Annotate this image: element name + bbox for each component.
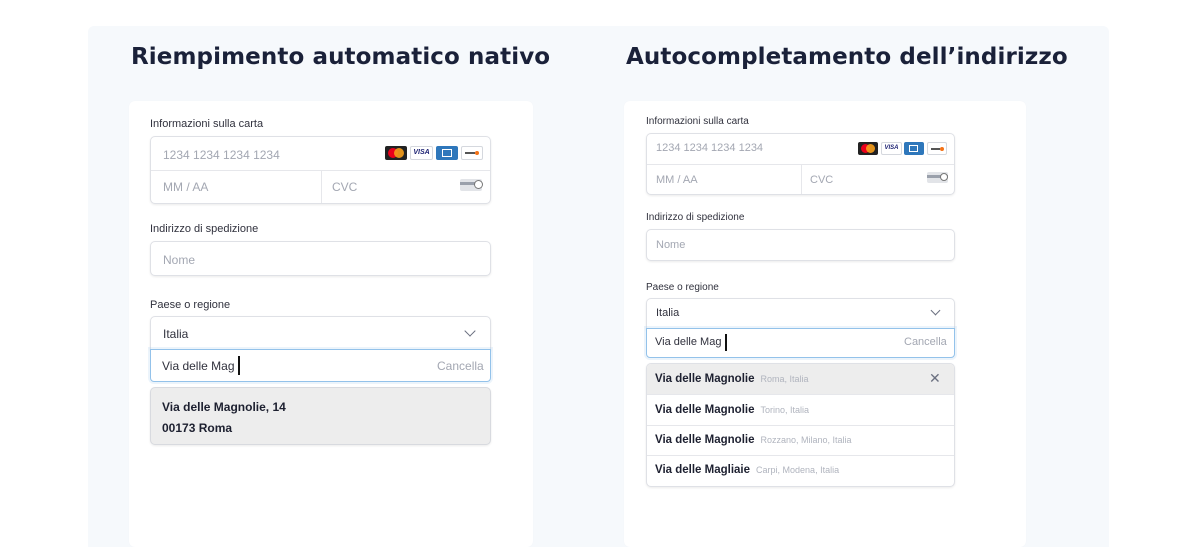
right-card-vdivider — [801, 164, 802, 194]
right-cancel-link[interactable]: Cancella — [904, 336, 947, 348]
discover-icon — [461, 146, 483, 160]
suggestion-divider — [647, 394, 954, 395]
left-card-label: Informazioni sulla carta — [150, 118, 264, 130]
chevron-down-icon — [464, 325, 476, 337]
chevron-down-icon — [930, 305, 941, 316]
right-card-label: Informazioni sulla carta — [646, 116, 749, 127]
right-card-input-group: 1234 1234 1234 1234 VISA MM / AA CVC — [646, 133, 955, 195]
left-autofill-line2: 00173 Roma — [162, 421, 233, 435]
amex-icon — [904, 142, 924, 155]
right-name-placeholder: Nome — [656, 239, 686, 251]
cvc-card-icon — [460, 179, 483, 191]
left-name-placeholder: Nome — [163, 253, 196, 267]
left-cvc-input[interactable]: CVC — [332, 180, 357, 194]
suggestion-divider — [647, 455, 954, 456]
left-card-number-input[interactable]: 1234 1234 1234 1234 — [163, 148, 280, 162]
suggestion-item-1[interactable]: Via delle Magnolie Roma, Italia — [655, 373, 809, 385]
right-section-title: Autocompletamento dell’indirizzo — [626, 44, 1068, 70]
discover-icon — [927, 142, 947, 155]
left-text-caret — [238, 356, 240, 375]
visa-icon: VISA — [881, 142, 902, 155]
left-shipping-label: Indirizzo di spedizione — [150, 223, 259, 235]
right-address-input[interactable]: Via delle Mag Cancella — [646, 328, 955, 358]
right-shipping-label: Indirizzo di spedizione — [646, 212, 745, 223]
suggestion-item-2[interactable]: Via delle Magnolie Torino, Italia — [655, 404, 809, 416]
left-country-label: Paese o regione — [150, 299, 231, 311]
left-autofill-suggestion[interactable]: Via delle Magnolie, 14 00173 Roma — [150, 387, 491, 445]
right-expiry-input[interactable]: MM / AA — [656, 174, 698, 186]
amex-icon — [436, 146, 458, 160]
suggestion-divider — [647, 425, 954, 426]
right-address-value: Via delle Mag — [655, 336, 722, 348]
left-cancel-link[interactable]: Cancella — [437, 359, 484, 373]
mastercard-icon — [858, 142, 878, 155]
right-card-number-input[interactable]: 1234 1234 1234 1234 — [656, 142, 763, 154]
right-text-caret — [725, 334, 727, 351]
left-section-title: Riempimento automatico nativo — [131, 44, 551, 70]
left-autofill-line1: Via delle Magnolie, 14 — [162, 400, 286, 414]
suggestion-item-3[interactable]: Via delle Magnolie Rozzano, Milano, Itali… — [655, 434, 852, 446]
suggestion-item-4[interactable]: Via delle Magliaie Carpi, Modena, Italia — [655, 464, 839, 476]
left-card-input-group: 1234 1234 1234 1234 VISA MM / AA CVC — [150, 136, 491, 204]
right-suggestion-list: Via delle Magnolie Roma, Italia ✕ Via del… — [646, 363, 955, 487]
left-country-value: Italia — [163, 327, 189, 341]
left-card-vdivider — [321, 170, 322, 203]
left-expiry-input[interactable]: MM / AA — [163, 180, 208, 194]
right-country-value: Italia — [656, 307, 680, 319]
left-country-select[interactable]: Italia — [150, 316, 491, 350]
left-address-value: Via delle Mag — [162, 359, 235, 373]
left-address-input[interactable]: Via delle Mag Cancella — [150, 349, 491, 382]
left-name-input[interactable]: Nome — [150, 241, 491, 276]
cvc-card-icon — [927, 172, 948, 183]
close-icon[interactable]: ✕ — [929, 370, 941, 386]
right-cvc-input[interactable]: CVC — [810, 174, 833, 186]
right-country-select[interactable]: Italia — [646, 298, 955, 329]
right-name-input[interactable]: Nome — [646, 229, 955, 261]
visa-icon: VISA — [410, 146, 433, 160]
right-country-label: Paese o regione — [646, 282, 719, 293]
mastercard-icon — [385, 146, 407, 160]
